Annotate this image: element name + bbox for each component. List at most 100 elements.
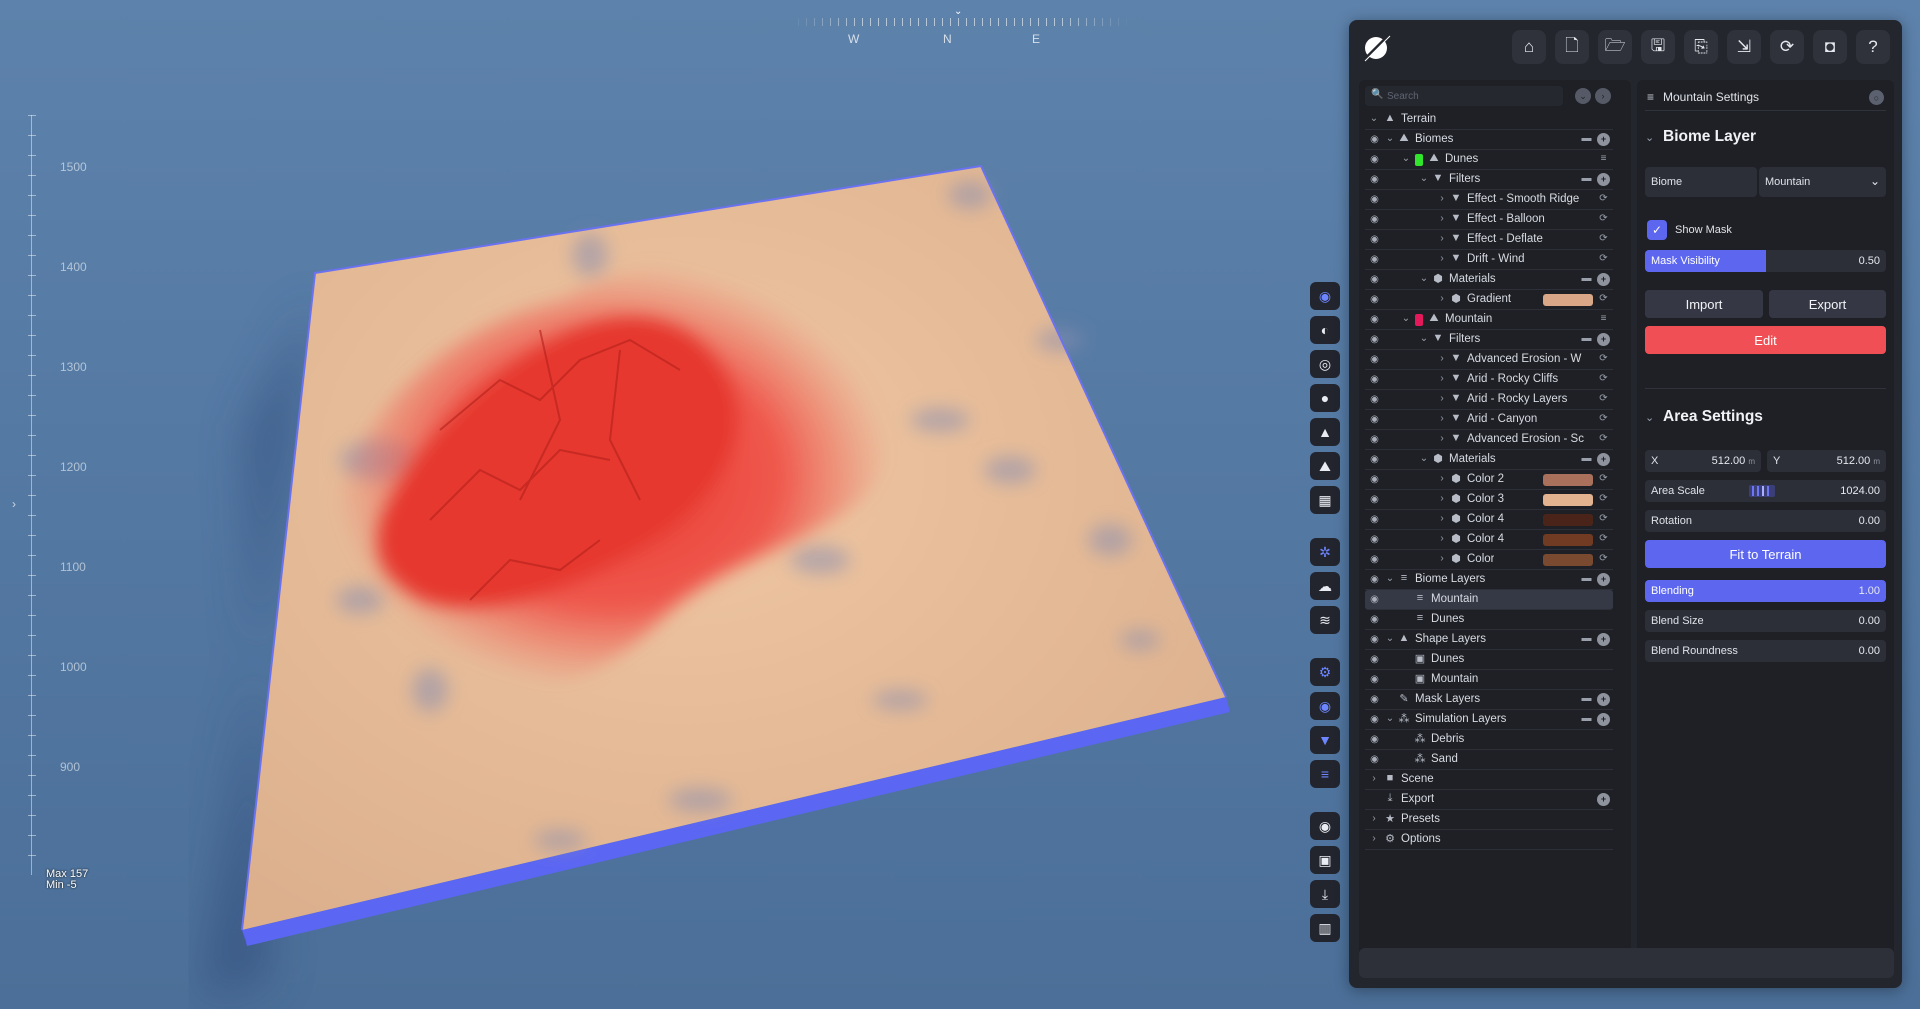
- eye-icon[interactable]: ◉: [1368, 753, 1381, 766]
- chevron-down-icon[interactable]: ⌄: [1385, 573, 1395, 584]
- tree-row-sim-sand[interactable]: ◉ ⁂ Sand: [1365, 750, 1613, 770]
- eye-icon[interactable]: ◉: [1368, 373, 1381, 386]
- grid-icon[interactable]: ▦: [1310, 486, 1340, 514]
- add-icon[interactable]: +: [1597, 333, 1610, 346]
- new-file-icon[interactable]: 🗋: [1555, 30, 1589, 64]
- eye-icon[interactable]: ◉: [1368, 693, 1381, 706]
- tree-row-biome-layer-dunes[interactable]: ◉ ≡ Dunes: [1365, 610, 1613, 630]
- add-icon[interactable]: +: [1597, 173, 1610, 186]
- color-swatch[interactable]: [1543, 554, 1593, 566]
- eye-icon[interactable]: ◉: [1368, 313, 1381, 326]
- terrain-icon[interactable]: ▲: [1310, 418, 1340, 446]
- export-button[interactable]: Export: [1769, 290, 1886, 318]
- folder-icon[interactable]: ▬: [1580, 173, 1593, 186]
- save-as-icon[interactable]: ⎘: [1684, 30, 1718, 64]
- refresh-icon[interactable]: ⟳: [1770, 30, 1804, 64]
- tree-row-sim-debris[interactable]: ◉ ⁂ Debris: [1365, 730, 1613, 750]
- export-icon[interactable]: ⇲: [1727, 30, 1761, 64]
- eye-icon[interactable]: ◉: [1368, 713, 1381, 726]
- chevron-right-icon[interactable]: ›: [1437, 253, 1447, 264]
- tree-row-shape-dunes[interactable]: ◉ ▣ Dunes: [1365, 650, 1613, 670]
- reset-icon[interactable]: ○: [1869, 90, 1884, 105]
- color-swatch[interactable]: [1543, 514, 1593, 526]
- tree-row-material[interactable]: ◉ › ⬢ Color 4 ⟳: [1365, 510, 1613, 530]
- camera-icon[interactable]: ◘: [1813, 30, 1847, 64]
- folder-icon[interactable]: ▬: [1580, 333, 1593, 346]
- x-field[interactable]: X 512.00 m: [1645, 450, 1761, 472]
- folder-icon[interactable]: ▬: [1580, 273, 1593, 286]
- tree-row-scene[interactable]: › ■ Scene: [1365, 770, 1613, 790]
- tree-row-material[interactable]: ◉ › ⬢ Gradient ⟳: [1365, 290, 1613, 310]
- open-folder-icon[interactable]: 🗁: [1598, 30, 1632, 64]
- chevron-down-icon[interactable]: ⌄: [1419, 173, 1429, 184]
- add-icon[interactable]: +: [1597, 793, 1610, 806]
- save-icon[interactable]: 🖫: [1641, 30, 1675, 64]
- biome-icon[interactable]: ⛰: [1310, 452, 1340, 480]
- blend-size-field[interactable]: Blend Size 0.00: [1645, 610, 1886, 632]
- folder-icon[interactable]: ▬: [1580, 573, 1593, 586]
- record-icon[interactable]: ◉: [1310, 812, 1340, 840]
- terrain-viewport[interactable]: ⌄ W N E 1500 1400 1300 1200 1100 1000 90…: [0, 0, 1340, 1009]
- chevron-down-icon[interactable]: ⌄: [1419, 453, 1429, 464]
- tree-row-filter[interactable]: ◉ › ▼ Effect - Deflate ⟳: [1365, 230, 1613, 250]
- color-swatch[interactable]: [1543, 294, 1593, 306]
- tree-row-filter[interactable]: ◉ › ▼ Arid - Rocky Cliffs ⟳: [1365, 370, 1613, 390]
- tree-row-options[interactable]: › ⚙ Options: [1365, 830, 1613, 850]
- eye-icon[interactable]: ◉: [1368, 213, 1381, 226]
- refresh-icon[interactable]: ⟳: [1597, 493, 1610, 506]
- section-area-settings[interactable]: ⌄ Area Settings: [1645, 408, 1763, 426]
- refresh-icon[interactable]: ⟳: [1597, 413, 1610, 426]
- visibility-icon[interactable]: ◉: [1310, 692, 1340, 720]
- eye-icon[interactable]: ◉: [1368, 413, 1381, 426]
- download-icon[interactable]: ⤓: [1310, 880, 1340, 908]
- eye-icon[interactable]: ◉: [1368, 233, 1381, 246]
- folder-icon[interactable]: ▬: [1580, 693, 1593, 706]
- image-icon[interactable]: ▣: [1310, 846, 1340, 874]
- chevron-right-icon[interactable]: ›: [1437, 413, 1447, 424]
- color-swatch[interactable]: [1543, 494, 1593, 506]
- search-input[interactable]: [1387, 88, 1557, 104]
- eye-icon[interactable]: ◉: [1368, 353, 1381, 366]
- eye-icon[interactable]: ◉: [1368, 673, 1381, 686]
- refresh-icon[interactable]: ⟳: [1597, 533, 1610, 546]
- chevron-right-icon[interactable]: ›: [1437, 433, 1447, 444]
- stats-icon[interactable]: ▥: [1310, 914, 1340, 942]
- eye-icon[interactable]: ◉: [1368, 573, 1381, 586]
- chevron-down-icon[interactable]: ⌄: [1419, 273, 1429, 284]
- compass[interactable]: ⌄ W N E: [790, 6, 1130, 46]
- eye-icon[interactable]: ◉: [1368, 193, 1381, 206]
- rotation-field[interactable]: Rotation 0.00: [1645, 510, 1886, 532]
- tree-row-shape-layers[interactable]: ◉ ⌄ ▲ Shape Layers ▬ +: [1365, 630, 1613, 650]
- chevron-right-icon[interactable]: ›: [1369, 773, 1379, 784]
- tree-row-filter[interactable]: ◉ › ▼ Advanced Erosion - W ⟳: [1365, 350, 1613, 370]
- chevron-right-icon[interactable]: ›: [1437, 353, 1447, 364]
- chevron-right-icon[interactable]: ›: [1437, 513, 1447, 524]
- tree-row-filter[interactable]: ◉ › ▼ Effect - Balloon ⟳: [1365, 210, 1613, 230]
- clouds-icon[interactable]: ☁: [1310, 572, 1340, 600]
- chevron-down-icon[interactable]: ⌄: [1385, 633, 1395, 644]
- tree-row-materials[interactable]: ◉ ⌄ ⬢ Materials ▬ +: [1365, 450, 1613, 470]
- filter-icon[interactable]: ▼: [1310, 726, 1340, 754]
- chevron-right-icon[interactable]: ›: [1369, 833, 1379, 844]
- layers-icon[interactable]: ≡: [1310, 760, 1340, 788]
- blending-slider[interactable]: Blending 1.00: [1645, 580, 1886, 602]
- collapse-all-icon[interactable]: ⌄: [1575, 88, 1591, 104]
- tree-row-biome-layer-mountain[interactable]: ◉ ≡ Mountain: [1365, 590, 1613, 610]
- area-scale-field[interactable]: Area Scale 1024.00: [1645, 480, 1886, 502]
- eye-icon[interactable]: ◉: [1368, 613, 1381, 626]
- eye-icon[interactable]: ◉: [1368, 633, 1381, 646]
- tree-row-mask-layers[interactable]: ◉ ✎ Mask Layers ▬ +: [1365, 690, 1613, 710]
- show-mask-checkbox[interactable]: ✓: [1647, 220, 1667, 240]
- eye-icon[interactable]: ◉: [1368, 293, 1381, 306]
- fit-to-terrain-button[interactable]: Fit to Terrain: [1645, 540, 1886, 568]
- mask-visibility-slider[interactable]: Mask Visibility 0.50: [1645, 250, 1886, 272]
- terrain-render[interactable]: [0, 0, 1340, 1009]
- tree-row-filter[interactable]: ◉ › ▼ Arid - Rocky Layers ⟳: [1365, 390, 1613, 410]
- tree-row-export[interactable]: ⤓ Export +: [1365, 790, 1613, 810]
- tree-row-simulation-layers[interactable]: ◉ ⌄ ⁂ Simulation Layers ▬ +: [1365, 710, 1613, 730]
- import-button[interactable]: Import: [1645, 290, 1763, 318]
- tree-row-material[interactable]: ◉ › ⬢ Color 3 ⟳: [1365, 490, 1613, 510]
- refresh-icon[interactable]: ⟳: [1597, 433, 1610, 446]
- add-icon[interactable]: +: [1597, 273, 1610, 286]
- add-icon[interactable]: +: [1597, 453, 1610, 466]
